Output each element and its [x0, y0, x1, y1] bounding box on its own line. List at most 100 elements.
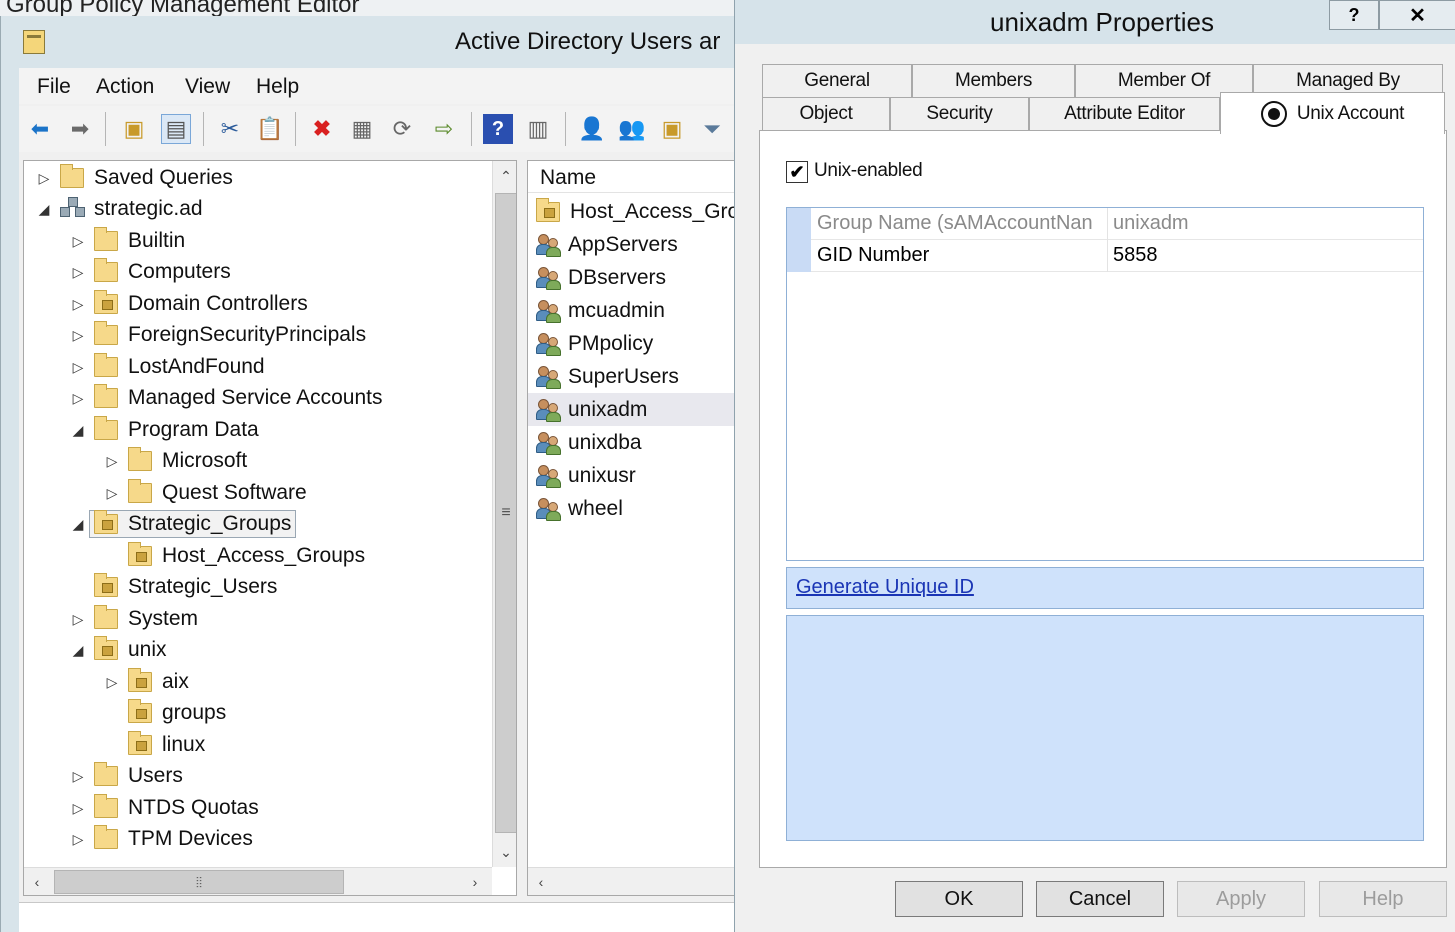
expand-arrow-icon[interactable]: ▷: [70, 359, 86, 376]
help-dialog-button[interactable]: Help: [1319, 881, 1447, 917]
menu-help[interactable]: Help: [256, 75, 299, 99]
scroll-thumb[interactable]: ≡: [495, 193, 516, 833]
new-group-icon[interactable]: 👥: [617, 114, 647, 144]
tab-members[interactable]: Members: [912, 64, 1075, 98]
refresh-icon[interactable]: ⟳: [387, 114, 417, 144]
expand-arrow-icon[interactable]: ▷: [36, 170, 52, 187]
list-item[interactable]: AppServers: [528, 228, 736, 261]
list-item[interactable]: mcuadmin: [528, 294, 736, 327]
expand-arrow-icon[interactable]: ▷: [104, 674, 120, 691]
tree-node-strategic-groups[interactable]: ◢ Strategic_Groups: [70, 509, 297, 539]
expand-arrow-icon[interactable]: ▷: [70, 611, 86, 628]
collapse-arrow-icon[interactable]: ◢: [70, 422, 86, 439]
tree-node-ntds-quotas[interactable]: ▷ NTDS Quotas: [70, 793, 259, 823]
back-arrow-icon[interactable]: ⬅: [25, 114, 55, 144]
properties-icon[interactable]: ▦: [347, 114, 377, 144]
unix-enabled-label[interactable]: Unix-enabled: [814, 160, 923, 182]
grid-row-gid-number[interactable]: GID Number 5858: [787, 240, 1423, 272]
aduc-titlebar[interactable]: Active Directory Users ar: [1, 16, 737, 68]
tree-node-quest-software[interactable]: ▷ Quest Software: [104, 478, 307, 508]
scroll-down-icon[interactable]: ⌄: [493, 837, 516, 867]
new-user-icon[interactable]: 👤: [577, 114, 607, 144]
help-button[interactable]: ?: [1329, 0, 1379, 30]
scroll-up-icon[interactable]: ⌃: [493, 161, 516, 191]
tree-node-tpm-devices[interactable]: ▷ TPM Devices: [70, 824, 253, 854]
help-icon[interactable]: ?: [483, 114, 513, 144]
tree-node-linux[interactable]: linux: [104, 730, 205, 760]
filter-icon[interactable]: ⏷: [697, 114, 727, 144]
tree-node-foreign-security-principals[interactable]: ▷ ForeignSecurityPrincipals: [70, 320, 366, 350]
list-item[interactable]: SuperUsers: [528, 360, 736, 393]
scroll-right-icon[interactable]: ›: [462, 868, 488, 895]
collapse-arrow-icon[interactable]: ◢: [36, 201, 52, 218]
apply-button[interactable]: Apply: [1177, 881, 1305, 917]
tree-node-users[interactable]: ▷ Users: [70, 761, 183, 791]
menu-action[interactable]: Action: [96, 75, 154, 99]
scroll-left-icon[interactable]: ‹: [24, 868, 50, 895]
list-item[interactable]: DBservers: [528, 261, 736, 294]
expand-arrow-icon[interactable]: ▷: [70, 264, 86, 281]
expand-arrow-icon[interactable]: ▷: [70, 800, 86, 817]
cancel-button[interactable]: Cancel: [1036, 881, 1164, 917]
expand-arrow-icon[interactable]: ▷: [70, 327, 86, 344]
collapse-arrow-icon[interactable]: ◢: [70, 642, 86, 659]
tab-security[interactable]: Security: [890, 97, 1029, 131]
close-button[interactable]: ✕: [1379, 0, 1455, 30]
tree-node-microsoft[interactable]: ▷ Microsoft: [104, 446, 247, 476]
expand-arrow-icon[interactable]: ▷: [70, 831, 86, 848]
tab-unix-account[interactable]: Unix Account: [1220, 92, 1445, 134]
scroll-left-icon[interactable]: ‹: [528, 868, 554, 895]
tab-attribute-editor[interactable]: Attribute Editor: [1029, 97, 1220, 131]
unix-enabled-checkbox[interactable]: ✔: [786, 161, 808, 183]
property-value[interactable]: unixadm: [1113, 212, 1189, 235]
tree-node-groups[interactable]: groups: [104, 698, 226, 728]
tree-node-system[interactable]: ▷ System: [70, 604, 198, 634]
show-console-tree-icon[interactable]: ▤: [161, 114, 191, 144]
tree-horizontal-scrollbar[interactable]: ‹ ⦙⦙ ›: [24, 867, 492, 895]
tree-node-host-access-groups[interactable]: Host_Access_Groups: [104, 541, 365, 571]
list-item[interactable]: wheel: [528, 492, 736, 525]
tree-node-computers[interactable]: ▷ Computers: [70, 257, 231, 287]
column-header-name[interactable]: Name: [528, 161, 736, 193]
clipboard-icon[interactable]: 📋: [255, 114, 285, 144]
show-action-pane-icon[interactable]: ▥: [523, 114, 553, 144]
property-value[interactable]: 5858: [1113, 244, 1158, 267]
expand-arrow-icon[interactable]: ▷: [70, 233, 86, 250]
tab-object[interactable]: Object: [762, 97, 890, 131]
expand-arrow-icon[interactable]: ▷: [104, 485, 120, 502]
menu-file[interactable]: File: [37, 75, 71, 99]
tab-general[interactable]: General: [762, 64, 912, 98]
up-folder-icon[interactable]: ▣: [119, 114, 149, 144]
delete-icon[interactable]: ✖: [307, 114, 337, 144]
collapse-arrow-icon[interactable]: ◢: [70, 516, 86, 533]
cut-icon[interactable]: ✂: [215, 114, 245, 144]
grid-row-group-name[interactable]: Group Name (sAMAccountNan unixadm: [787, 208, 1423, 240]
aduc-app-icon[interactable]: [23, 30, 45, 54]
tree-vertical-scrollbar[interactable]: ⌃ ≡ ⌄: [492, 161, 516, 867]
export-list-icon[interactable]: ⇨: [429, 114, 459, 144]
expand-arrow-icon[interactable]: ▷: [104, 453, 120, 470]
list-horizontal-scrollbar[interactable]: ‹: [528, 867, 736, 895]
list-item[interactable]: Host_Access_Grou: [528, 195, 736, 228]
expand-arrow-icon[interactable]: ▷: [70, 768, 86, 785]
tree-node-lost-and-found[interactable]: ▷ LostAndFound: [70, 352, 265, 382]
tree-node-unix[interactable]: ◢ unix: [70, 635, 167, 665]
scroll-thumb[interactable]: ⦙⦙: [54, 870, 344, 894]
expand-arrow-icon[interactable]: ▷: [70, 390, 86, 407]
tree-node-builtin[interactable]: ▷ Builtin: [70, 226, 185, 256]
tree-node-aix[interactable]: ▷ aix: [104, 667, 189, 697]
list-item[interactable]: unixusr: [528, 459, 736, 492]
list-item[interactable]: unixdba: [528, 426, 736, 459]
tree-node-domain-controllers[interactable]: ▷ Domain Controllers: [70, 289, 308, 319]
tree-node-program-data[interactable]: ◢ Program Data: [70, 415, 259, 445]
forward-arrow-icon[interactable]: ➡: [65, 114, 95, 144]
tree-node-strategic-users[interactable]: Strategic_Users: [70, 572, 277, 602]
new-ou-icon[interactable]: ▣: [657, 114, 687, 144]
menu-view[interactable]: View: [185, 75, 230, 99]
list-item-selected[interactable]: unixadm: [528, 393, 736, 426]
tree-node-saved-queries[interactable]: ▷ Saved Queries: [36, 163, 233, 193]
tree-node-managed-service-accounts[interactable]: ▷ Managed Service Accounts: [70, 383, 382, 413]
generate-unique-id-link[interactable]: Generate Unique ID: [796, 576, 974, 599]
list-item[interactable]: PMpolicy: [528, 327, 736, 360]
ok-button[interactable]: OK: [895, 881, 1023, 917]
